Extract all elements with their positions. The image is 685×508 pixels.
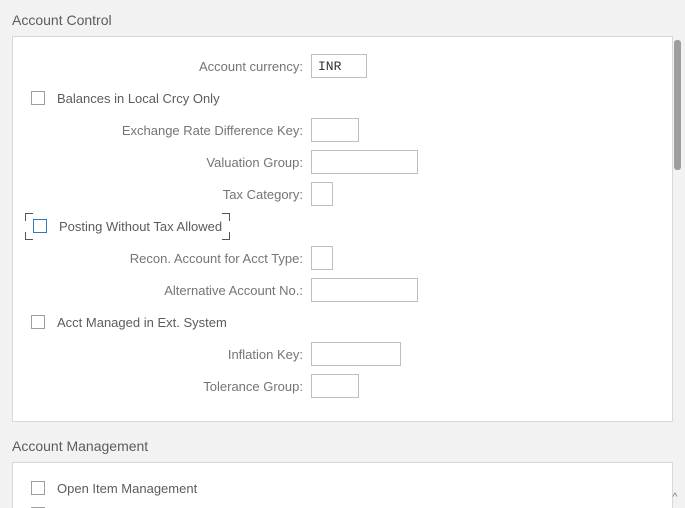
focus-corner-icon bbox=[25, 232, 33, 240]
row-exchange-rate-diff: Exchange Rate Difference Key: bbox=[29, 115, 656, 145]
label-posting-without-tax: Posting Without Tax Allowed bbox=[59, 219, 222, 234]
page-root: Account Control Account currency: Balanc… bbox=[0, 0, 685, 508]
scrollbar-thumb[interactable] bbox=[674, 40, 681, 170]
label-inflation-key: Inflation Key: bbox=[29, 347, 311, 362]
label-tolerance-group: Tolerance Group: bbox=[29, 379, 311, 394]
section-title-account-management: Account Management bbox=[12, 438, 673, 454]
label-open-item-mgmt: Open Item Management bbox=[57, 481, 197, 496]
row-account-currency: Account currency: bbox=[29, 51, 656, 81]
label-recon-account: Recon. Account for Acct Type: bbox=[29, 251, 311, 266]
input-inflation-key[interactable] bbox=[311, 342, 401, 366]
label-balances-local-crcy: Balances in Local Crcy Only bbox=[57, 91, 220, 106]
input-tax-category[interactable] bbox=[311, 182, 333, 206]
panel-account-control: Account currency: Balances in Local Crcy… bbox=[12, 36, 673, 422]
label-alt-account-no: Alternative Account No.: bbox=[29, 283, 311, 298]
label-acct-managed-ext: Acct Managed in Ext. System bbox=[57, 315, 227, 330]
label-tax-category: Tax Category: bbox=[29, 187, 311, 202]
row-tax-category: Tax Category: bbox=[29, 179, 656, 209]
row-acct-managed-ext: Acct Managed in Ext. System bbox=[29, 307, 656, 337]
row-recon-account: Recon. Account for Acct Type: bbox=[29, 243, 656, 273]
label-account-currency: Account currency: bbox=[29, 59, 311, 74]
row-balances-local-crcy: Balances in Local Crcy Only bbox=[29, 83, 656, 113]
checkbox-open-item-mgmt[interactable] bbox=[31, 481, 45, 495]
label-exchange-rate-diff: Exchange Rate Difference Key: bbox=[29, 123, 311, 138]
input-exchange-rate-diff[interactable] bbox=[311, 118, 359, 142]
input-valuation-group[interactable] bbox=[311, 150, 418, 174]
row-posting-without-tax: Posting Without Tax Allowed bbox=[25, 211, 656, 241]
row-inflation-key: Inflation Key: bbox=[29, 339, 656, 369]
focus-corner-icon bbox=[222, 213, 230, 221]
row-valuation-group: Valuation Group: bbox=[29, 147, 656, 177]
label-valuation-group: Valuation Group: bbox=[29, 155, 311, 170]
input-account-currency[interactable] bbox=[311, 54, 367, 78]
panel-account-management: Open Item Management Line Item Display bbox=[12, 462, 673, 508]
scroll-up-icon[interactable]: ^ bbox=[669, 492, 681, 504]
focus-corner-icon bbox=[222, 232, 230, 240]
focus-corner-icon bbox=[25, 213, 33, 221]
section-title-account-control: Account Control bbox=[12, 12, 673, 28]
row-alt-account-no: Alternative Account No.: bbox=[29, 275, 656, 305]
input-tolerance-group[interactable] bbox=[311, 374, 359, 398]
row-open-item-mgmt: Open Item Management bbox=[29, 473, 656, 503]
input-alt-account-no[interactable] bbox=[311, 278, 418, 302]
input-recon-account[interactable] bbox=[311, 246, 333, 270]
scrollbar-track[interactable] bbox=[674, 40, 681, 170]
row-tolerance-group: Tolerance Group: bbox=[29, 371, 656, 401]
checkbox-posting-without-tax[interactable] bbox=[33, 219, 47, 233]
checkbox-balances-local-crcy[interactable] bbox=[31, 91, 45, 105]
checkbox-acct-managed-ext[interactable] bbox=[31, 315, 45, 329]
focus-indicator: Posting Without Tax Allowed bbox=[25, 213, 230, 240]
